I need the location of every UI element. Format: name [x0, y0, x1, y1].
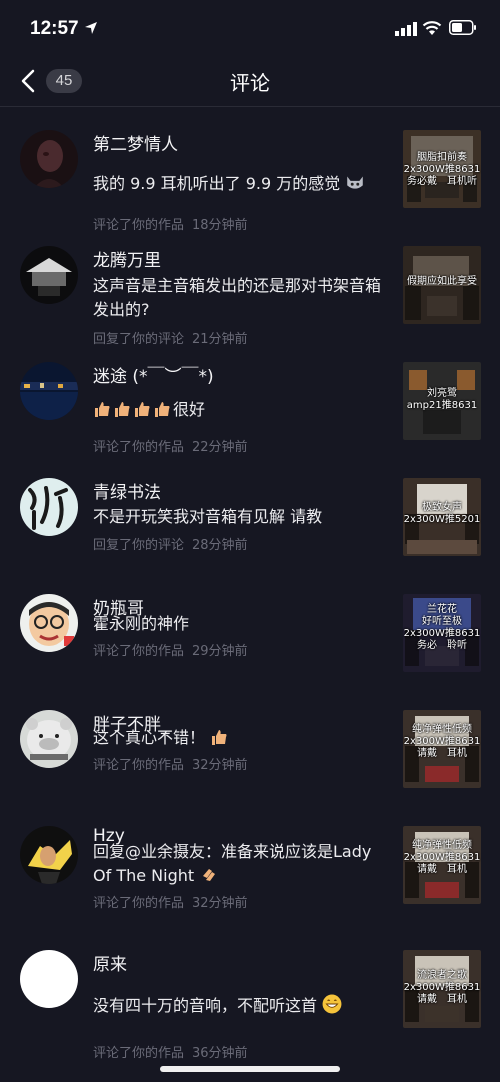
wifi-icon — [422, 21, 442, 35]
commenter-name[interactable]: 第二梦情人 — [93, 130, 178, 155]
avatar[interactable] — [20, 362, 78, 420]
video-thumbnail[interactable]: 流浪者之歌 2x300W推8631 请戴 耳机 — [403, 950, 481, 1028]
comment-time: 21分钟前 — [192, 332, 248, 347]
comment-meta: 评论了你的作品 32分钟前 — [93, 754, 248, 773]
comment-text: 没有四十万的音响，不配听这首 — [93, 994, 393, 1018]
video-thumbnail[interactable]: 纯净弹性低频 2x300W推8631 请戴 耳机 — [403, 710, 481, 788]
comment-meta: 回复了你的评论 28分钟前 — [93, 534, 248, 553]
comment-meta: 评论了你的作品 29分钟前 — [93, 640, 248, 659]
comment-text: 回复@业余摄友：准备来说应该是Lady Of The Night — [93, 840, 393, 888]
comment-item[interactable]: 胖子不胖_ 这个真心不错！ 评论了你的作品 32分钟前 纯净弹性低频 2x300W… — [0, 694, 500, 810]
comment-text: 这个真心不错！ — [93, 726, 393, 750]
thumbnail-caption: 纯净弹性低频 2x300W推8631 请戴 耳机 — [403, 840, 481, 875]
avatar[interactable] — [20, 246, 78, 304]
avatar[interactable] — [20, 130, 78, 188]
comment-item[interactable]: Hzy 回复@业余摄友：准备来说应该是Lady Of The Night 评论了… — [0, 810, 500, 934]
grinning-face-icon — [322, 994, 342, 1014]
comment-time: 36分钟前 — [192, 1046, 248, 1061]
comment-action: 评论了你的作品 — [93, 896, 185, 911]
video-thumbnail[interactable]: 兰花花 好听至极 2x300W推8631 务必 聆听 — [403, 594, 481, 672]
comment-item[interactable]: 迷途 (*￣︶￣*) 很好 评论了你的作品 22分钟前 刘亮鹭 amp21推863… — [0, 346, 500, 462]
comment-text: 很好 — [93, 398, 393, 422]
signal-icon — [395, 22, 417, 36]
comment-item[interactable]: 青绿书法 不是开玩笑我对音箱有见解 请教 回复了你的评论 28分钟前 极致女声 2… — [0, 462, 500, 578]
comment-text: 不是开玩笑我对音箱有见解 请教 — [93, 507, 323, 526]
comment-meta: 评论了你的作品 36分钟前 — [93, 1042, 248, 1061]
comment-list: 第二梦情人 我的 9.9 耳机听出了 9.9 万的感觉 评论了你的作品 18分钟前… — [0, 114, 500, 1064]
thumbs-up-icon — [212, 730, 227, 745]
avatar[interactable] — [20, 710, 78, 768]
comment-text-content: 回复@业余摄友：准备来说应该是Lady Of The Night — [93, 842, 372, 885]
page-title: 评论 — [230, 71, 270, 95]
comment-time: 32分钟前 — [192, 896, 248, 911]
avatar[interactable] — [20, 826, 78, 884]
status-bar: 12:57 — [0, 0, 500, 58]
comment-meta: 评论了你的作品 32分钟前 — [93, 892, 248, 911]
comment-item[interactable]: 原来 没有四十万的音响，不配听这首 评论了你的作品 36分钟前 流浪者之歌 2x3… — [0, 934, 500, 1064]
video-thumbnail[interactable]: 纯净弹性低频 2x300W推8631 请戴 耳机 — [403, 826, 481, 904]
thumbnail-caption: 胭脂扣前奏 2x300W推8631 务必戴 耳机听 — [403, 152, 481, 187]
battery-icon — [449, 20, 476, 35]
clapping-hands-icon — [203, 869, 216, 881]
comment-text-content: 我的 9.9 耳机听出了 9.9 万的感觉 — [93, 174, 341, 193]
location-arrow-icon — [85, 22, 97, 34]
comment-text: 霍永刚的神作 — [93, 614, 190, 633]
comment-action: 回复了你的评论 — [93, 332, 185, 347]
comment-text-content: 很好 — [173, 400, 206, 419]
nav-bar: 45 评论 — [0, 58, 500, 107]
comment-item[interactable]: 龙腾万里 这声音是主音箱发出的还是那对书架音箱发出的? 回复了你的评论 21分钟前… — [0, 230, 500, 347]
video-thumbnail[interactable]: 刘亮鹭 amp21推8631 — [403, 362, 481, 440]
comment-time: 22分钟前 — [192, 440, 248, 455]
thumbnail-caption: 兰花花 好听至极 2x300W推8631 务必 聆听 — [403, 604, 481, 651]
comment-text: 我的 9.9 耳机听出了 9.9 万的感觉 — [93, 172, 393, 196]
video-thumbnail[interactable]: 假期应如此享受 — [403, 246, 481, 324]
home-indicator[interactable] — [160, 1066, 340, 1072]
thumbnail-caption: 刘亮鹭 amp21推8631 — [406, 388, 478, 411]
avatar[interactable] — [20, 594, 78, 652]
comment-action: 回复了你的评论 — [93, 538, 185, 553]
comment-action: 评论了你的作品 — [93, 644, 185, 659]
thumbs-up-icon — [95, 402, 110, 417]
comment-meta: 回复了你的评论 21分钟前 — [93, 328, 248, 347]
video-thumbnail[interactable]: 胭脂扣前奏 2x300W推8631 务必戴 耳机听 — [403, 130, 481, 208]
comment-time: 29分钟前 — [192, 644, 248, 659]
thumbs-up-icon — [155, 402, 170, 417]
avatar[interactable] — [20, 950, 78, 1008]
comment-action: 评论了你的作品 — [93, 440, 185, 455]
comment-action: 评论了你的作品 — [93, 1046, 185, 1061]
comment-item[interactable]: 第二梦情人 我的 9.9 耳机听出了 9.9 万的感觉 评论了你的作品 18分钟前… — [0, 114, 500, 233]
thumbnail-caption: 流浪者之歌 2x300W推8631 请戴 耳机 — [403, 970, 481, 1005]
avatar[interactable] — [20, 478, 78, 536]
comment-text-content: 没有四十万的音响，不配听这首 — [93, 996, 318, 1015]
status-time: 12:57 — [30, 18, 79, 39]
cat-face-icon — [347, 176, 364, 189]
commenter-name[interactable]: 原来 — [93, 950, 127, 975]
comment-item[interactable]: 奶瓶哥 霍永刚的神作 评论了你的作品 29分钟前 兰花花 好听至极 2x300W推… — [0, 578, 500, 694]
thumbnail-caption: 纯净弹性低频 2x300W推8631 请戴 耳机 — [403, 724, 481, 759]
comment-action: 评论了你的作品 — [93, 758, 185, 773]
comment-time: 28分钟前 — [192, 538, 248, 553]
video-thumbnail[interactable]: 极致女声 2x300W推5201 — [403, 478, 481, 556]
commenter-name[interactable]: 迷途 (*￣︶￣*) — [93, 362, 214, 387]
comment-text: 这声音是主音箱发出的还是那对书架音箱发出的? — [93, 276, 382, 319]
thumbs-up-icon — [115, 402, 130, 417]
comment-time: 32分钟前 — [192, 758, 248, 773]
commenter-name[interactable]: 青绿书法 — [93, 478, 161, 503]
thumbs-up-icon — [135, 402, 150, 417]
comment-text-content: 这个真心不错！ — [93, 728, 206, 747]
thumbnail-caption: 假期应如此享受 — [407, 276, 477, 287]
thumbnail-caption: 极致女声 2x300W推5201 — [403, 502, 481, 525]
commenter-name[interactable]: 龙腾万里 — [93, 246, 161, 271]
comment-meta: 评论了你的作品 22分钟前 — [93, 436, 248, 455]
